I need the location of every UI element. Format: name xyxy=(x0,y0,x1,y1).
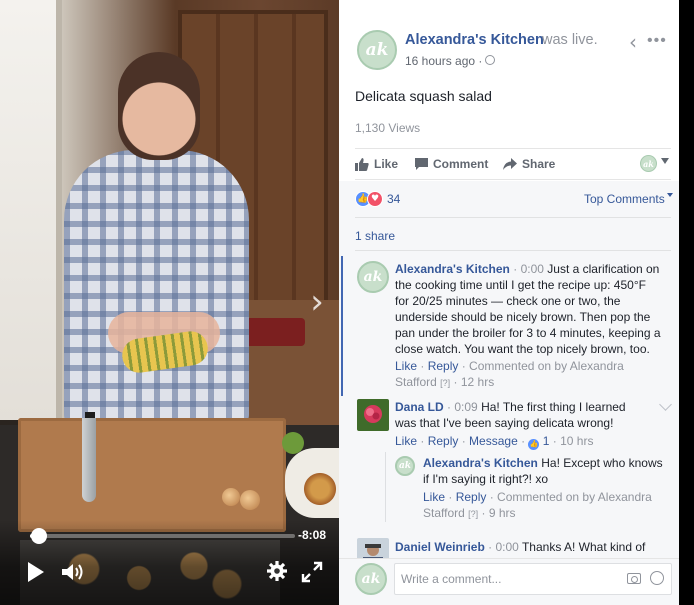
video-frame-bowl-food xyxy=(300,472,339,506)
frame-border xyxy=(679,0,694,605)
current-comment-marker xyxy=(341,256,343,396)
video-frame-shallot xyxy=(240,490,260,510)
comment-age[interactable]: · 12 hrs xyxy=(454,375,495,389)
comment-reply-link[interactable]: Reply xyxy=(428,359,459,373)
comment-item: Daniel Weinrieb · 0:00 Thanks A! What ki… xyxy=(395,539,663,555)
comment-sort-label: Top Comments xyxy=(584,192,665,206)
settings-gear-icon[interactable] xyxy=(266,560,288,582)
comment-item: Dana LD · 0:09 Ha! The first thing I lea… xyxy=(395,399,649,431)
comment-video-timestamp[interactable]: · 0:00 xyxy=(488,540,519,554)
post-as-avatar[interactable]: ak xyxy=(640,155,657,172)
comment-author[interactable]: Alexandra's Kitchen xyxy=(395,262,510,276)
love-reaction-icon: ♥ xyxy=(367,191,383,207)
comment-like-link[interactable]: Like xyxy=(395,359,417,373)
video-controls-overlay xyxy=(0,520,339,605)
reactions-summary[interactable]: 👍 ♥ 34 xyxy=(355,191,400,207)
comment-message-link[interactable]: Message xyxy=(469,434,518,448)
comment-label: Comment xyxy=(433,157,489,171)
reply-avatar[interactable]: ak xyxy=(395,456,415,476)
comment-video-timestamp[interactable]: · 0:00 xyxy=(513,262,544,276)
composer-avatar: ak xyxy=(355,563,387,595)
reply-like-link[interactable]: Like xyxy=(423,490,445,504)
camera-icon[interactable] xyxy=(627,573,641,584)
thumbs-up-icon xyxy=(355,157,369,171)
video-frame-cutting-board xyxy=(18,418,286,532)
video-frame-window xyxy=(0,0,62,420)
reply-item: Alexandra's Kitchen Ha! Except who knows… xyxy=(423,455,663,487)
comment-text: Thanks A! What kind of xyxy=(521,540,646,554)
reply-thread-line xyxy=(385,452,386,522)
comment-like-link[interactable]: Like xyxy=(395,434,417,448)
post-as-dropdown-caret-icon[interactable] xyxy=(661,158,669,164)
video-frame-knife xyxy=(82,418,96,502)
comment-button[interactable]: Comment xyxy=(415,157,488,171)
emoji-icon[interactable] xyxy=(650,571,664,585)
video-frame-shallot xyxy=(222,488,240,506)
divider xyxy=(355,250,671,251)
reply-reply-link[interactable]: Reply xyxy=(456,490,487,504)
post-title: Delicata squash salad xyxy=(355,88,492,104)
action-bar: Like Comment Share ak xyxy=(355,148,671,180)
comment-reply-link[interactable]: Reply xyxy=(428,434,459,448)
fullscreen-icon[interactable] xyxy=(300,560,324,584)
video-player[interactable]: › -8:08 xyxy=(0,0,339,605)
share-count-link[interactable]: 1 share xyxy=(355,229,395,243)
comment-age[interactable]: · 10 hrs xyxy=(553,434,594,448)
comment-like-count-icon: 👍 xyxy=(528,439,540,450)
progress-bar-track[interactable] xyxy=(30,534,295,538)
video-frame-person-head xyxy=(118,52,200,160)
comment-author[interactable]: Dana LD xyxy=(395,400,444,414)
share-button[interactable]: Share xyxy=(503,157,555,171)
play-icon[interactable] xyxy=(28,562,44,582)
view-count: 1,130 Views xyxy=(355,121,421,135)
sort-caret-icon xyxy=(666,193,673,197)
video-frame-person xyxy=(64,150,249,425)
globe-privacy-icon xyxy=(485,55,495,65)
was-live-label: was live. xyxy=(542,32,598,48)
divider xyxy=(355,217,671,218)
reply-age[interactable]: · 9 hrs xyxy=(482,506,516,520)
comment-actions: Like · Reply · Message · 👍 1 · 10 hrs xyxy=(395,434,594,450)
comment-bubble-icon xyxy=(415,158,428,170)
time-remaining: -8:08 xyxy=(298,528,327,542)
share-label: Share xyxy=(522,157,556,171)
reply-author[interactable]: Alexandra's Kitchen xyxy=(423,456,538,470)
comment-author[interactable]: Daniel Weinrieb xyxy=(395,540,485,554)
comment-avatar[interactable]: ak xyxy=(357,261,389,293)
comment-video-timestamp[interactable]: · 0:09 xyxy=(447,400,478,414)
share-arrow-icon xyxy=(503,158,517,170)
next-video-chevron-icon[interactable]: › xyxy=(302,284,332,320)
page-name-link[interactable]: Alexandra's Kitchen xyxy=(405,32,544,48)
comment-actions: Like · Reply · Commented on by Alexandra… xyxy=(395,359,624,389)
comment-edit-help[interactable]: [?] xyxy=(440,378,450,388)
comment-sort-dropdown[interactable]: Top Comments xyxy=(584,192,673,206)
comment-item: Alexandra's Kitchen · 0:00 Just a clarif… xyxy=(395,261,663,357)
like-button[interactable]: Like xyxy=(355,157,398,171)
more-options-icon[interactable]: ••• xyxy=(647,32,667,50)
comment-like-count[interactable]: 1 xyxy=(543,434,550,448)
comment-text: Just a clarification on the cooking time… xyxy=(395,262,661,356)
post-side-panel: ak Alexandra's Kitchen was live. 16 hour… xyxy=(339,0,679,605)
commenter-photo[interactable] xyxy=(357,399,389,431)
back-chevron-icon[interactable]: ‹ xyxy=(629,32,637,52)
post-timestamp[interactable]: 16 hours ago · xyxy=(405,54,482,68)
like-label: Like xyxy=(374,157,399,171)
page-avatar[interactable]: ak xyxy=(357,30,397,70)
reaction-count[interactable]: 34 xyxy=(387,192,400,206)
reply-edit-help[interactable]: [?] xyxy=(468,509,478,519)
volume-icon[interactable] xyxy=(60,560,86,584)
reply-actions: Like · Reply · Commented on by Alexandra… xyxy=(423,490,652,520)
